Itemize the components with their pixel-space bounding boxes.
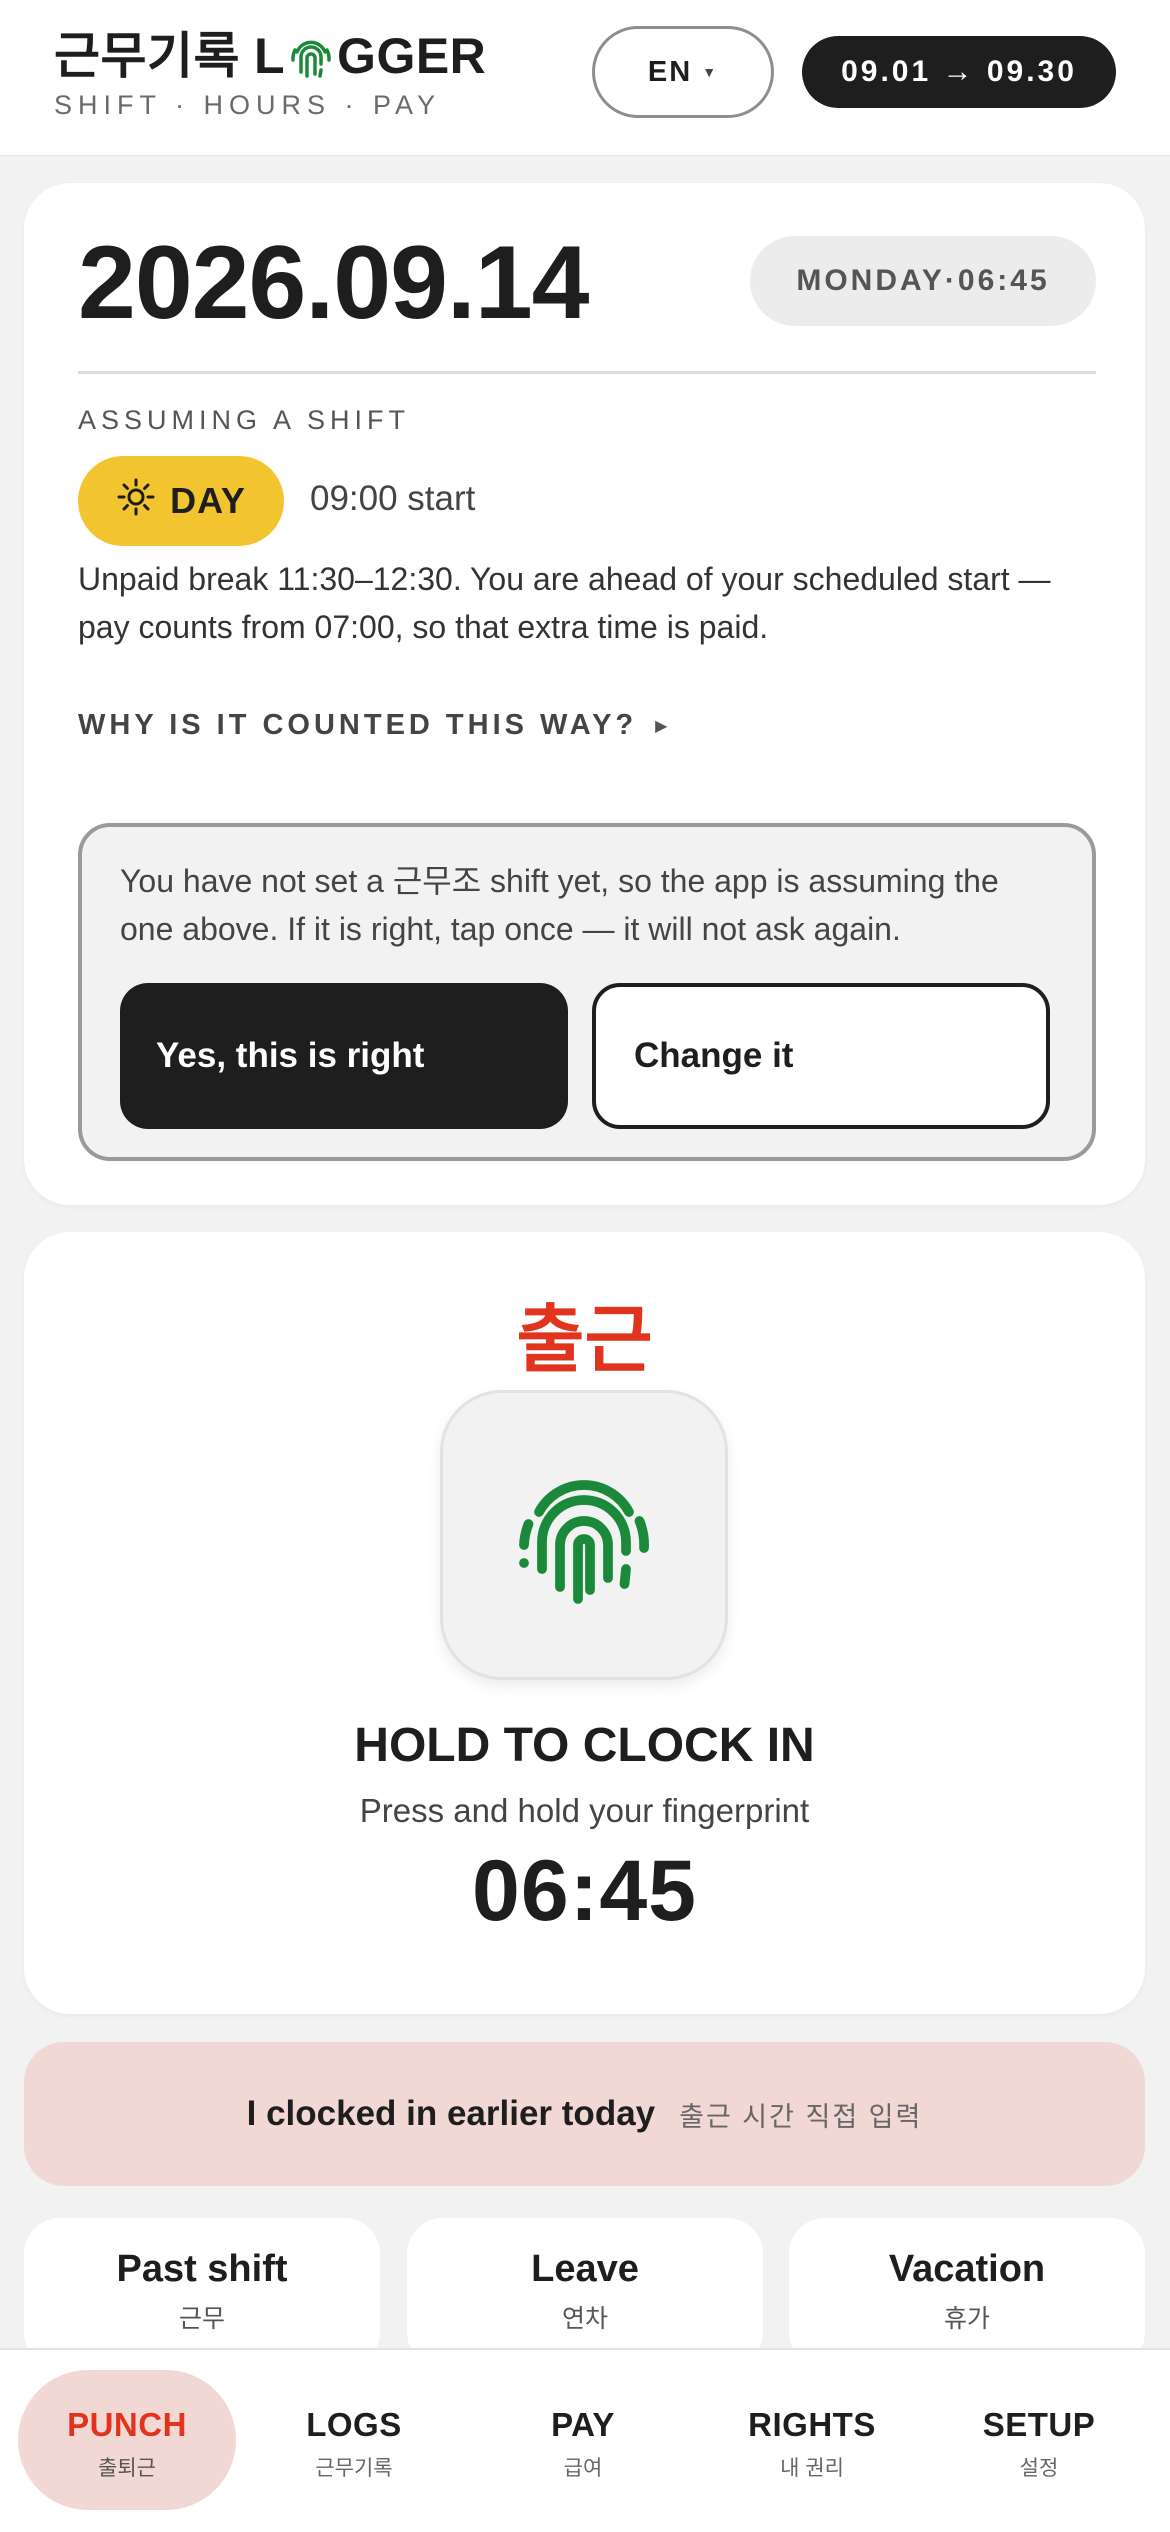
nav-label: RIGHTS xyxy=(748,2406,876,2443)
quick-past-shift-button[interactable]: Past shift 근무 xyxy=(24,2218,380,2368)
nav-label: LOGS xyxy=(306,2406,402,2443)
why-counted-link[interactable]: WHY IS IT COUNTED THIS WAY? ▶ xyxy=(78,709,667,742)
manual-clock-in-label: I clocked in earlier today xyxy=(246,2094,656,2133)
confirm-yes-button[interactable]: Yes, this is right xyxy=(120,983,568,1129)
why-counted-label: WHY IS IT COUNTED THIS WAY? xyxy=(78,709,638,741)
weekday-time-badge: MONDAY·06:45 xyxy=(750,236,1096,326)
hold-to-clock-in-label: HOLD TO CLOCK IN xyxy=(354,1719,815,1772)
app-header: 근무기록 L GGER SHIFT · HOURS · PAY EN ▼ 09.… xyxy=(0,0,1170,156)
fingerprint-icon xyxy=(509,1458,659,1613)
brand-tagline: SHIFT · HOURS · PAY xyxy=(54,90,442,120)
confirm-message: You have not set a 근무조 shift yet, so the… xyxy=(120,863,999,947)
nav-setup[interactable]: SETUP 설정 xyxy=(930,2370,1148,2510)
manual-clock-in-button[interactable]: I clocked in earlier today 출근 시간 직접 입력 xyxy=(24,2042,1145,2186)
shift-start-time: 09:00 start xyxy=(310,479,476,518)
brand-suffix: GGER xyxy=(337,28,487,84)
nav-sub: 근무기록 xyxy=(315,2457,393,2480)
break-note: Unpaid break 11:30–12:30. You are ahead … xyxy=(78,561,1051,645)
nav-sub: 설정 xyxy=(1019,2457,1059,2480)
nav-sub: 출퇴근 xyxy=(98,2457,156,2480)
quick-leave-button[interactable]: Leave 연차 xyxy=(407,2218,763,2368)
current-date: 2026.09.14 xyxy=(78,225,590,341)
language-selector[interactable]: EN ▼ xyxy=(592,26,774,118)
nav-sub: 내 권리 xyxy=(780,2457,844,2480)
pay-period-button[interactable]: 09.01 → 09.30 xyxy=(802,36,1116,108)
quick-label: Vacation xyxy=(888,2248,1046,2290)
fingerprint-button[interactable] xyxy=(440,1390,728,1680)
brand-prefix: 근무기록 xyxy=(54,28,240,84)
nav-sub: 급여 xyxy=(563,2457,603,2480)
shift-confirm-panel: You have not set a 근무조 shift yet, so the… xyxy=(78,823,1096,1161)
caret-down-icon: ▼ xyxy=(702,64,719,80)
brand-title: 근무기록 L GGER xyxy=(54,30,486,82)
bottom-nav: PUNCH 출퇴근 LOGS 근무기록 PAY 급여 RIGHTS 내 권리 S… xyxy=(0,2348,1170,2532)
language-label: EN xyxy=(647,55,693,88)
nav-label: PAY xyxy=(551,2406,615,2443)
nav-rights[interactable]: RIGHTS 내 권리 xyxy=(703,2370,921,2510)
today-card: 2026.09.14 MONDAY·06:45 ASSUMING A SHIFT… xyxy=(24,183,1145,1205)
quick-sub: 연차 xyxy=(561,2305,608,2333)
quick-sub: 휴가 xyxy=(943,2305,990,2333)
current-time: 06:45 xyxy=(472,1843,697,1939)
brand-letter-l: L xyxy=(254,28,286,84)
punch-title: 출근 xyxy=(516,1298,653,1381)
assuming-shift-label: ASSUMING A SHIFT xyxy=(78,405,411,435)
brand: 근무기록 L GGER SHIFT · HOURS · PAY xyxy=(54,30,486,121)
quick-label: Past shift xyxy=(116,2248,288,2290)
sun-icon xyxy=(116,477,156,526)
quick-label: Leave xyxy=(531,2248,639,2290)
quick-sub: 근무 xyxy=(178,2305,225,2333)
nav-label: PUNCH xyxy=(67,2406,187,2443)
triangle-right-icon: ▶ xyxy=(655,717,668,735)
divider xyxy=(78,371,1096,374)
quick-vacation-button[interactable]: Vacation 휴가 xyxy=(789,2218,1145,2368)
nav-logs[interactable]: LOGS 근무기록 xyxy=(245,2370,463,2510)
fingerprint-icon xyxy=(286,31,336,81)
punch-card: 출근 HOLD TO CLOCK IN Press and hold your … xyxy=(24,1232,1145,2014)
nav-label: SETUP xyxy=(982,2406,1096,2443)
nav-punch[interactable]: PUNCH 출퇴근 xyxy=(18,2370,236,2510)
shift-type-badge: DAY xyxy=(78,456,284,546)
nav-pay[interactable]: PAY 급여 xyxy=(474,2370,692,2510)
change-shift-button[interactable]: Change it xyxy=(592,983,1050,1129)
hold-hint: Press and hold your fingerprint xyxy=(359,1792,810,1829)
manual-clock-in-sub: 출근 시간 직접 입력 xyxy=(679,2101,923,2132)
shift-type-label: DAY xyxy=(170,480,246,521)
